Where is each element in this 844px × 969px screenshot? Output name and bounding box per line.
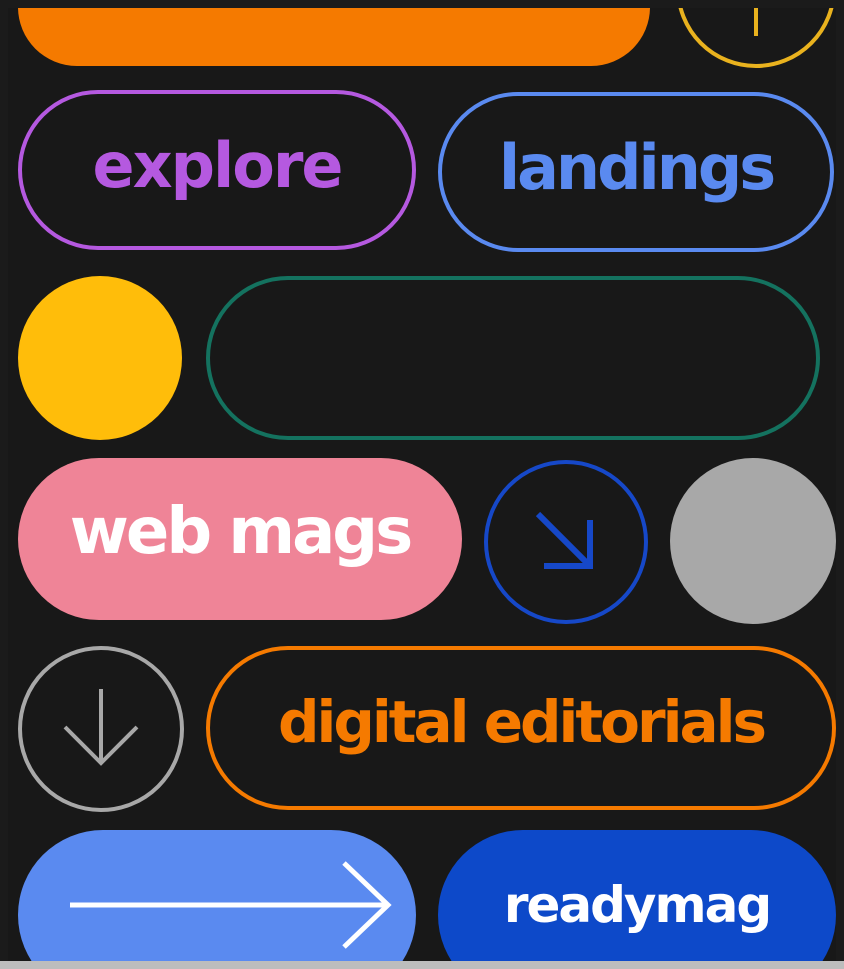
poster: explore landings web mags digital editor… (8, 8, 836, 961)
yellow-dot (18, 276, 182, 440)
web-mags-pill[interactable]: web mags (18, 458, 462, 620)
readymag-pill[interactable]: readymag (438, 830, 836, 961)
arrow-right-pill[interactable] (18, 830, 416, 961)
explore-label: explore (92, 128, 344, 202)
plus-icon (754, 8, 758, 36)
teal-outline-pill[interactable] (206, 276, 820, 440)
grey-dot (670, 458, 836, 624)
digital-editorials-pill[interactable]: digital editorials (206, 646, 836, 810)
arrow-down-right-icon (535, 511, 593, 569)
arrow-down-circle[interactable] (18, 646, 184, 812)
arrow-down-icon (63, 689, 139, 766)
landings-label: landings (498, 130, 776, 204)
right-border (836, 0, 844, 969)
landings-pill[interactable]: landings (438, 92, 834, 252)
arrow-right-icon (70, 861, 392, 949)
orange-pill (18, 8, 650, 66)
arrow-down-right-circle[interactable] (484, 460, 648, 624)
digital-editorials-label: digital editorials (277, 688, 767, 756)
plus-circle[interactable] (676, 8, 836, 68)
explore-pill[interactable]: explore (18, 90, 416, 250)
web-mags-label: web mags (69, 495, 413, 569)
readymag-label: readymag (503, 876, 772, 934)
bottom-border (0, 961, 844, 969)
